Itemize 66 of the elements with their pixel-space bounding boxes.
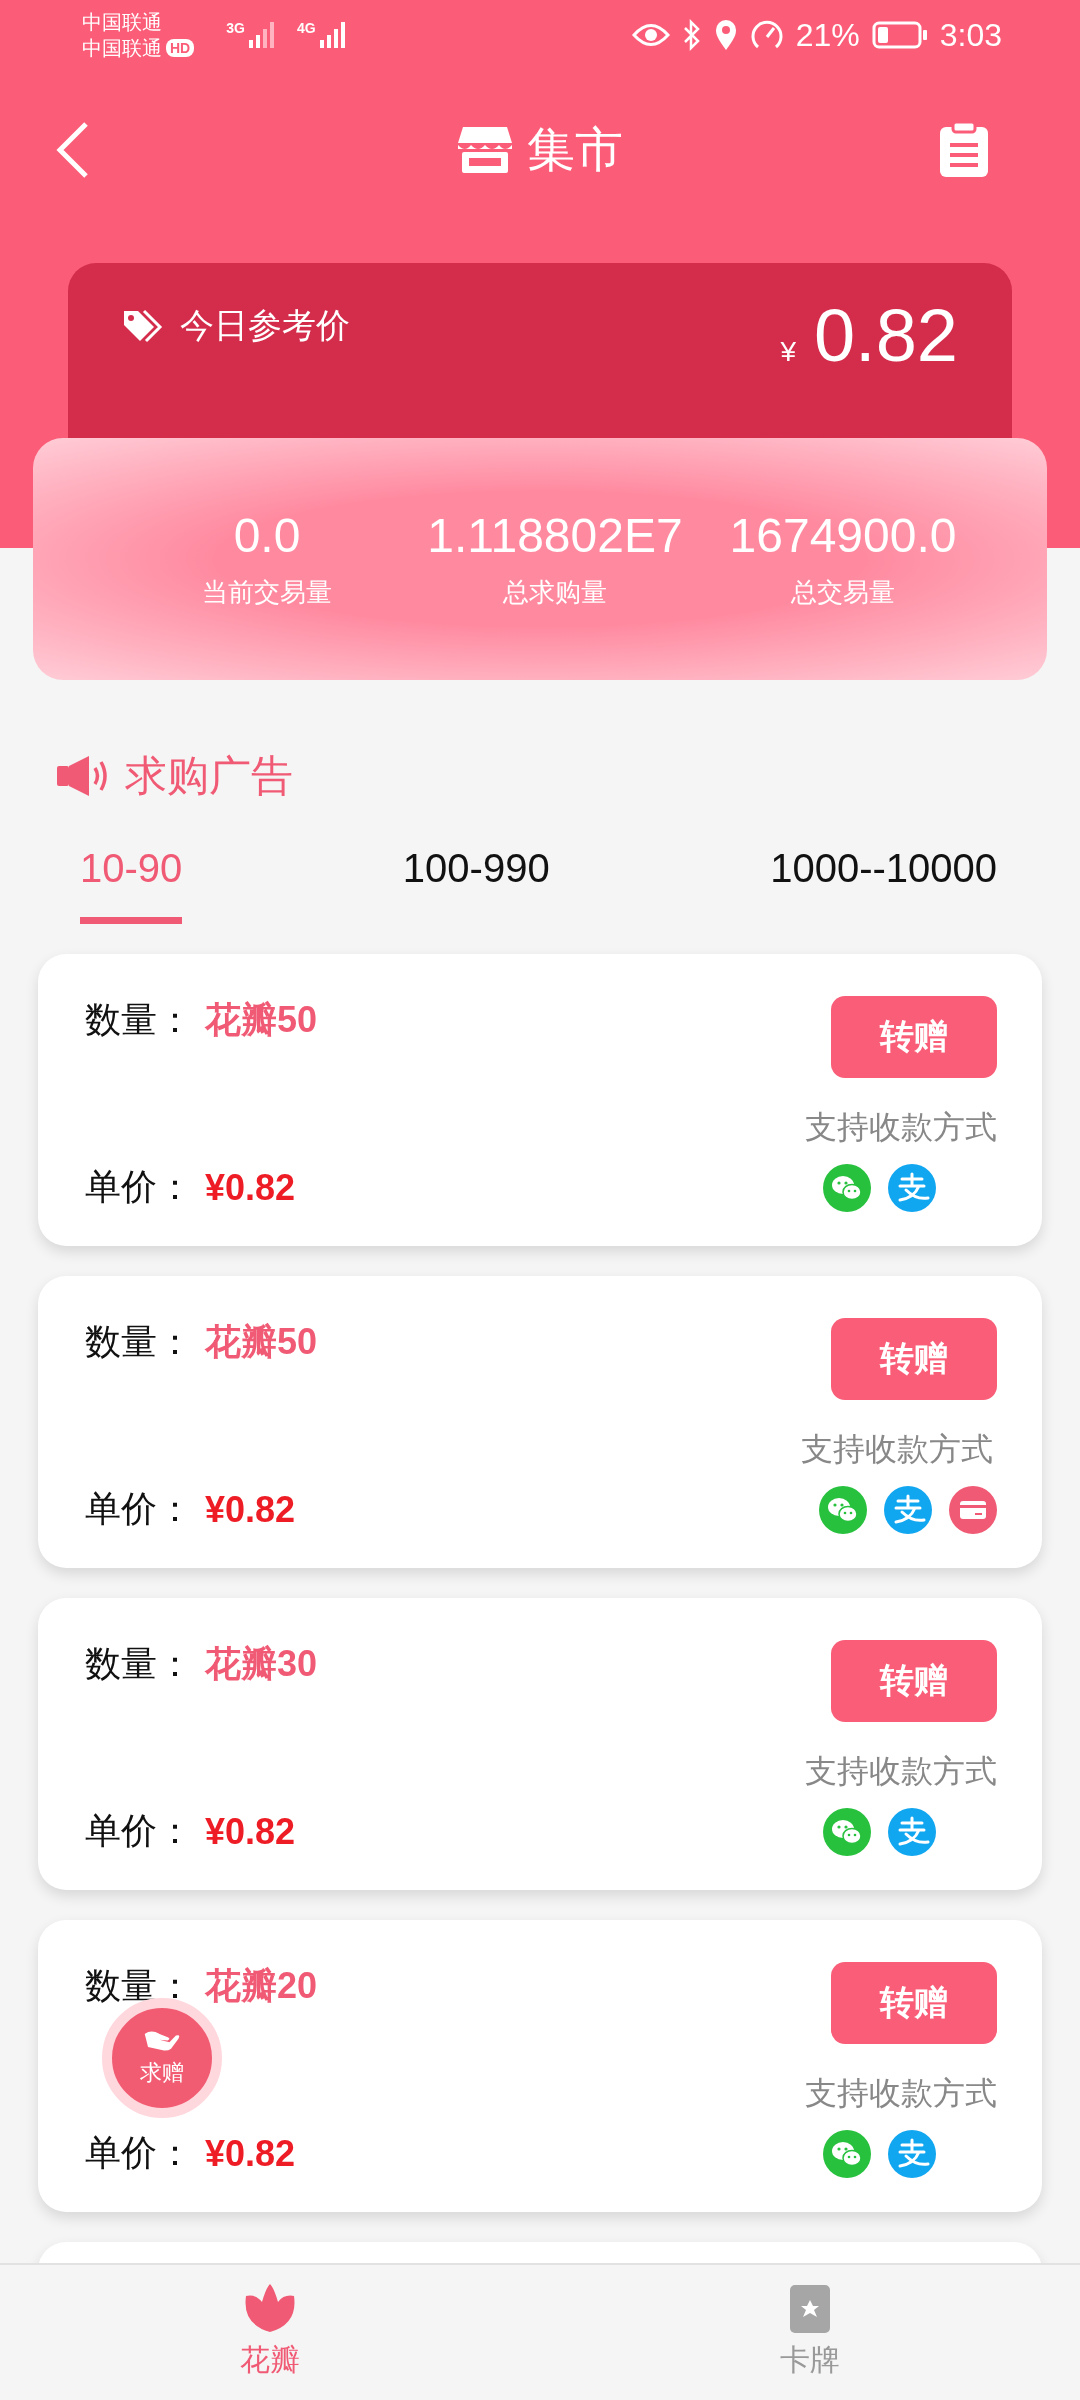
clipboard-icon[interactable] [938,121,990,179]
quantity-label: 数量： [85,998,193,1042]
price-label: 单价： [85,2131,193,2175]
carrier-name: 中国联通 [82,36,162,61]
payment-logo-icon [888,1164,936,1212]
nav-tab[interactable]: 卡牌 [540,2265,1080,2400]
stat-label: 总求购量 [503,576,607,609]
hand-icon [143,2028,181,2052]
stat-value: 0.0 [233,508,301,563]
tag-icon [122,309,164,343]
price-label: 单价： [85,1487,193,1531]
network-type: 4G [296,20,316,36]
transfer-button[interactable]: 转赠 [831,1640,997,1722]
payment-methods-label: 支持收款方式 [801,1430,994,1469]
quantity-value: 花瓣50 [205,998,318,1042]
price-value: ¥0.82 [205,2132,296,2175]
quantity-label: 数量： [85,1320,193,1364]
payment-methods-label: 支持收款方式 [805,1108,997,1147]
network-type: 3G [226,20,245,36]
bluetooth-icon [681,19,702,51]
hd-badge: HD [166,39,195,57]
battery-icon [871,21,928,49]
quantity-value: 花瓣30 [205,1642,318,1686]
reference-price-label: 今日参考价 [180,305,350,346]
reference-price-value: 0.82 [813,293,958,378]
range-tab[interactable]: 10-90 [80,832,183,924]
eye-icon [631,22,670,48]
quantity-value: 花瓣50 [205,1320,318,1364]
chat-bubbles-icon [823,1808,871,1856]
stat-label: 总交易量 [791,576,895,609]
currency-symbol: ¥ [780,336,796,368]
stat-label: 当前交易量 [202,576,332,609]
signal-icon [246,20,277,50]
shop-icon [457,125,513,175]
price-value: ¥0.82 [205,1488,296,1531]
card-icon [789,2284,831,2334]
price-label: 单价： [85,1165,193,1209]
price-value: ¥0.82 [205,1810,296,1853]
quantity-label: 数量： [85,1642,193,1686]
stat-value: 1.118802E7 [427,508,683,563]
price-value: ¥0.82 [205,1166,296,1209]
transfer-button[interactable]: 转赠 [831,1318,997,1400]
signal-icon [317,20,348,50]
chat-bubbles-icon [819,1486,867,1534]
price-label: 单价： [85,1809,193,1853]
nav-tab[interactable]: 花瓣 [0,2265,540,2400]
speedometer-icon [749,19,784,51]
battery-percent: 21% [795,16,860,54]
page-title: 集市 [527,122,623,178]
section-title: 求购广告 [125,751,293,801]
chat-bubbles-icon [823,1164,871,1212]
carrier-name: 中国联通 [82,10,163,35]
clock-time: 3:03 [939,16,1002,54]
payment-logo-icon [884,1486,932,1534]
payment-logo-icon [888,2130,936,2178]
payment-methods-label: 支持收款方式 [805,2074,997,2113]
bank-card-icon [949,1486,997,1534]
range-tab[interactable]: 100-990 [402,832,550,924]
range-tab[interactable]: 1000--10000 [770,832,997,924]
payment-logo-icon [888,1808,936,1856]
chat-bubbles-icon [823,2130,871,2178]
transfer-button[interactable]: 转赠 [831,1962,997,2044]
payment-methods-label: 支持收款方式 [805,1752,997,1791]
location-icon [713,19,738,51]
stat-value: 1674900.0 [729,508,957,563]
transfer-button[interactable]: 转赠 [831,996,997,1078]
